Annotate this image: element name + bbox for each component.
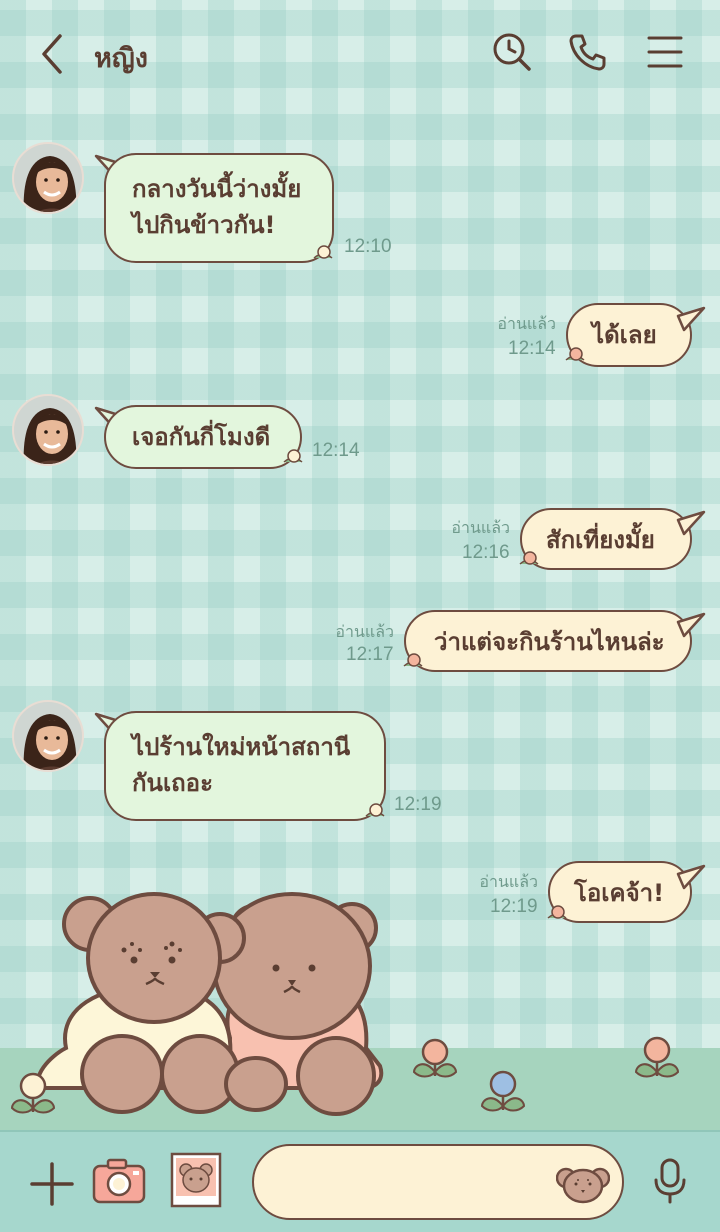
message-text-line: เจอกันกี่โมงดี <box>132 423 271 451</box>
message-time: 12:16 <box>462 542 510 563</box>
chat-title: หญิง <box>94 43 148 74</box>
flower-decoration-icon <box>313 245 333 259</box>
bears-illustration <box>36 892 384 1116</box>
read-receipt: อ่านแล้ว <box>451 518 510 537</box>
message-time: 12:19 <box>394 794 442 815</box>
flower-decoration-icon <box>10 1072 56 1114</box>
message-bubble-incoming[interactable]: กลางวันนี้ว่างมั้ย ไปกินข้าวกัน! <box>104 153 334 263</box>
message-text-line: ได้เลย <box>592 321 657 349</box>
read-receipt: อ่านแล้ว <box>335 622 394 641</box>
message-text-line: กลางวันนี้ว่างมั้ย <box>132 175 302 203</box>
flower-decoration-icon <box>547 905 567 919</box>
flower-decoration-icon <box>365 803 385 817</box>
bear-photo-icon[interactable] <box>170 1152 222 1212</box>
read-receipt: อ่านแล้ว <box>497 314 556 333</box>
flower-decoration-icon <box>634 1036 680 1078</box>
avatar[interactable] <box>12 394 84 466</box>
message-time: 12:14 <box>312 440 360 461</box>
bubble-tail <box>676 510 706 536</box>
message-input[interactable] <box>278 1164 558 1200</box>
message-time: 12:17 <box>346 644 394 665</box>
avatar[interactable] <box>12 700 84 772</box>
read-receipt: อ่านแล้ว <box>479 872 538 891</box>
message-bubble-outgoing[interactable]: โอเคจ้า! <box>548 861 692 923</box>
flower-decoration-icon <box>565 347 585 361</box>
bubble-tail <box>676 612 706 638</box>
menu-icon[interactable] <box>646 32 686 72</box>
message-input-bar <box>0 1130 720 1232</box>
flower-decoration-icon <box>283 449 303 463</box>
chat-header: หญิง <box>0 0 720 108</box>
search-icon[interactable] <box>492 32 532 72</box>
flower-decoration-icon <box>519 551 539 565</box>
avatar[interactable] <box>12 142 84 214</box>
flower-decoration-icon <box>480 1070 526 1112</box>
message-text-line: ไปกินข้าวกัน! <box>132 211 276 239</box>
message-text-line: ว่าแต่จะกินร้านไหนล่ะ <box>434 628 665 656</box>
microphone-icon[interactable] <box>652 1158 688 1208</box>
message-bubble-outgoing[interactable]: สักเที่ยงมั้ย <box>520 508 692 570</box>
message-time: 12:19 <box>490 896 538 917</box>
camera-icon[interactable] <box>92 1158 146 1208</box>
back-chevron-icon[interactable] <box>36 32 72 76</box>
bubble-tail <box>676 306 706 332</box>
message-text-line: โอเคจ้า! <box>574 879 665 907</box>
message-time: 12:10 <box>344 236 392 257</box>
phone-icon[interactable] <box>568 32 608 72</box>
flower-decoration-icon <box>403 653 423 667</box>
message-bubble-incoming[interactable]: ไปร้านใหม่หน้าสถานี กันเถอะ <box>104 711 386 821</box>
message-text-line: กันเถอะ <box>132 769 213 797</box>
message-input-box[interactable] <box>252 1144 624 1220</box>
message-text-line: สักเที่ยงมั้ย <box>546 526 655 554</box>
plus-icon[interactable] <box>30 1162 74 1210</box>
message-time: 12:14 <box>508 338 556 359</box>
message-text-line: ไปร้านใหม่หน้าสถานี <box>132 733 351 761</box>
flower-decoration-icon <box>412 1038 458 1078</box>
bear-emoji-icon[interactable] <box>555 1164 611 1208</box>
message-bubble-outgoing[interactable]: ว่าแต่จะกินร้านไหนล่ะ <box>404 610 692 672</box>
bubble-tail <box>676 864 706 890</box>
message-bubble-incoming[interactable]: เจอกันกี่โมงดี <box>104 405 302 469</box>
